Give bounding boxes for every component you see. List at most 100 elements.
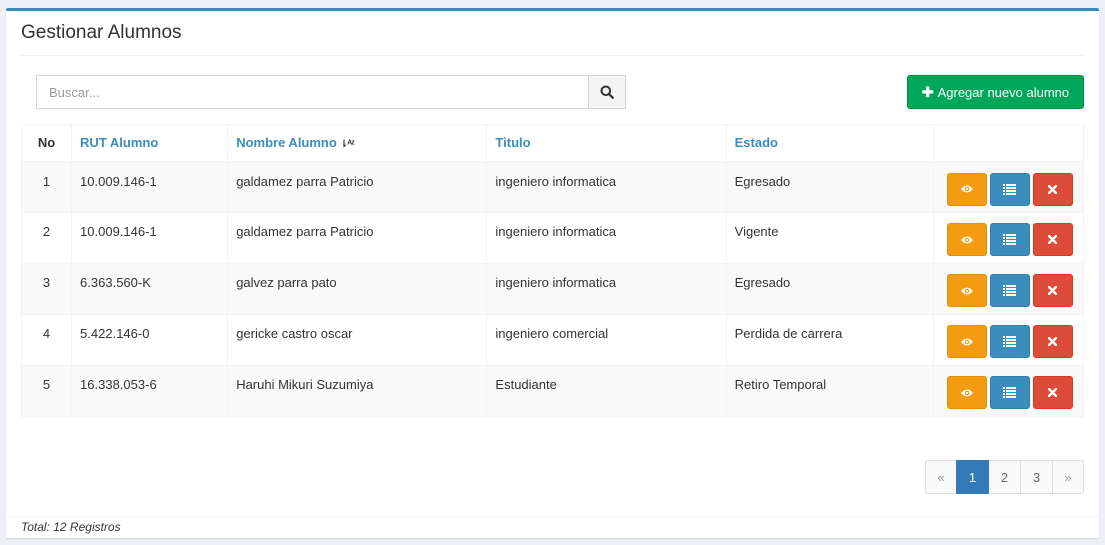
eye-icon: [960, 235, 974, 245]
cell-nombre: gericke castro oscar: [227, 314, 488, 366]
cell-no: 5: [20, 365, 73, 417]
cell-no: 2: [20, 212, 73, 264]
table-header-row: No RUT Alumno Nombre Alumno ⇂ᴬᶻ Titulo Es…: [20, 124, 1085, 163]
view-button[interactable]: [946, 274, 987, 307]
row-actions: [942, 274, 1075, 307]
view-button[interactable]: [946, 376, 987, 409]
panel-header: Gestionar Alumnos: [21, 22, 1084, 56]
view-button[interactable]: [946, 172, 987, 206]
cell-rut: 6.363.560-K: [71, 263, 229, 315]
students-panel: Gestionar Alumnos ✚ Agregar nuevo alumno…: [6, 8, 1099, 538]
column-header-actions: [932, 124, 1085, 163]
list-icon: [1003, 285, 1017, 296]
add-student-label: Agregar nuevo alumno: [937, 84, 1070, 100]
cell-nombre: galdamez parra Patricio: [227, 212, 488, 264]
total-records: Total: 12 Registros: [21, 520, 121, 534]
cell-titulo: ingeniero informatica: [486, 161, 727, 213]
search-icon: [600, 85, 614, 99]
column-header-estado-label: Estado: [734, 135, 778, 150]
cell-rut: 5.422.146-0: [71, 314, 229, 366]
delete-button[interactable]: [1032, 172, 1073, 206]
sort-alpha-asc-icon: ⇂ᴬᶻ: [339, 139, 355, 150]
cell-titulo: Estudiante: [486, 365, 727, 417]
pagination-page-3[interactable]: 3: [1020, 460, 1053, 494]
column-header-nombre[interactable]: Nombre Alumno ⇂ᴬᶻ: [227, 124, 488, 163]
cell-rut: 10.009.146-1: [71, 161, 229, 213]
details-button[interactable]: [989, 274, 1030, 307]
eye-icon: [960, 184, 974, 194]
students-table: No RUT Alumno Nombre Alumno ⇂ᴬᶻ Titulo Es…: [20, 124, 1085, 417]
details-button[interactable]: [989, 325, 1030, 358]
add-student-button[interactable]: ✚ Agregar nuevo alumno: [907, 75, 1084, 109]
column-header-estado[interactable]: Estado: [725, 124, 934, 163]
cell-no: 3: [20, 263, 73, 315]
cell-titulo: ingeniero informatica: [486, 212, 727, 264]
cell-no: 1: [20, 161, 73, 213]
search-input[interactable]: [36, 75, 588, 109]
delete-button[interactable]: [1032, 376, 1073, 409]
view-button[interactable]: [946, 325, 987, 358]
cell-estado: Vigente: [725, 212, 934, 264]
search-button[interactable]: [588, 75, 626, 109]
table-row: 1 10.009.146-1 galdamez parra Patricio inge…: [20, 161, 1085, 213]
cell-estado: Perdida de carrera: [725, 314, 934, 366]
list-icon: [1003, 234, 1017, 245]
close-icon: [1048, 235, 1058, 244]
column-header-nombre-label: Nombre Alumno: [236, 135, 337, 150]
row-actions: [942, 325, 1075, 358]
pagination-page-2[interactable]: 2: [988, 460, 1021, 494]
plus-icon: ✚: [921, 84, 934, 100]
eye-icon: [960, 388, 974, 398]
cell-titulo: ingeniero informatica: [486, 263, 727, 315]
delete-button[interactable]: [1032, 274, 1073, 307]
close-icon: [1048, 184, 1058, 194]
cell-estado: Retiro Temporal: [725, 365, 934, 417]
pagination-page-1[interactable]: 1: [956, 460, 989, 494]
cell-titulo: ingeniero comercial: [486, 314, 727, 366]
delete-button[interactable]: [1032, 223, 1073, 256]
table-row: 2 10.009.146-1 galdamez parra Patricio inge…: [20, 212, 1085, 264]
close-icon: [1048, 337, 1058, 346]
cell-nombre: Haruhi Mikuri Suzumiya: [227, 365, 488, 417]
pagination-prev[interactable]: «: [925, 460, 957, 494]
cell-nombre: galvez parra pato: [227, 263, 488, 315]
list-icon: [1003, 336, 1017, 347]
list-icon: [1003, 183, 1017, 195]
details-button[interactable]: [989, 172, 1030, 206]
row-actions: [942, 376, 1075, 409]
footer-divider: [6, 516, 1099, 517]
cell-rut: 16.338.053-6: [71, 365, 229, 417]
pagination-next[interactable]: »: [1052, 460, 1084, 494]
cell-estado: Egresado: [725, 263, 934, 315]
details-button[interactable]: [989, 376, 1030, 409]
cell-actions: [932, 314, 1085, 366]
column-header-no: No: [20, 124, 73, 163]
pagination: « 1 2 3 »: [925, 460, 1084, 494]
table-row: 5 16.338.053-6 Haruhi Mikuri Suzumiya Estud…: [20, 365, 1085, 417]
table-row: 4 5.422.146-0 gericke castro oscar ingenier…: [20, 314, 1085, 366]
cell-actions: [932, 365, 1085, 417]
page-title: Gestionar Alumnos: [21, 22, 182, 43]
cell-rut: 10.009.146-1: [71, 212, 229, 264]
column-header-titulo[interactable]: Titulo: [486, 124, 727, 163]
row-actions: [942, 172, 1075, 206]
table-row: 3 6.363.560-K galvez parra pato ingeniero i…: [20, 263, 1085, 315]
eye-icon: [960, 337, 974, 347]
cell-nombre: galdamez parra Patricio: [227, 161, 488, 213]
row-actions: [942, 223, 1075, 256]
view-button[interactable]: [946, 223, 987, 256]
list-icon: [1003, 387, 1017, 398]
delete-button[interactable]: [1032, 325, 1073, 358]
search-group: [36, 75, 626, 109]
details-button[interactable]: [989, 223, 1030, 256]
column-header-titulo-label: Titulo: [495, 135, 531, 150]
cell-no: 4: [20, 314, 73, 366]
column-header-rut-label: RUT Alumno: [80, 135, 159, 150]
column-header-rut[interactable]: RUT Alumno: [71, 124, 229, 163]
cell-actions: [932, 161, 1085, 213]
close-icon: [1048, 286, 1058, 295]
close-icon: [1048, 388, 1058, 397]
cell-estado: Egresado: [725, 161, 934, 213]
cell-actions: [932, 212, 1085, 264]
cell-actions: [932, 263, 1085, 315]
